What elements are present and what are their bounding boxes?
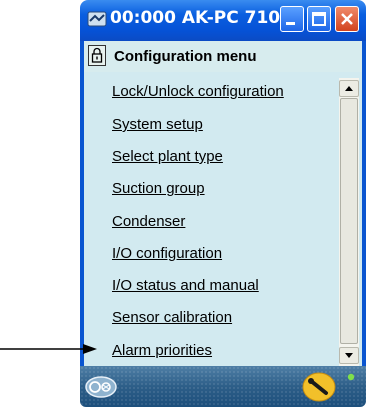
menu-item-alarm-priorities[interactable]: Alarm priorities xyxy=(112,342,212,359)
lock-button[interactable] xyxy=(88,45,106,66)
minimize-button[interactable] xyxy=(280,6,304,32)
window-title: 00:000 AK-PC 710 xyxy=(110,8,281,28)
menu-header-title: Configuration menu xyxy=(114,48,257,65)
maximize-icon xyxy=(312,12,326,26)
controller-icon[interactable] xyxy=(84,374,118,400)
scrollbar-thumb[interactable] xyxy=(340,98,358,344)
status-led-icon xyxy=(347,373,355,381)
footer-bar xyxy=(80,366,366,407)
menu-item-system-setup[interactable]: System setup xyxy=(112,116,203,133)
menu-content: Lock/Unlock configuration System setup S… xyxy=(80,72,366,366)
title-bar[interactable]: 00:000 AK-PC 710 xyxy=(80,0,366,41)
menu-item-sensor-calibration[interactable]: Sensor calibration xyxy=(112,309,232,326)
vertical-scrollbar[interactable] xyxy=(339,78,359,366)
menu-item-suction-group[interactable]: Suction group xyxy=(112,180,205,197)
app-icon xyxy=(87,11,107,27)
minimize-icon xyxy=(286,22,295,25)
padlock-icon xyxy=(91,47,103,63)
scroll-down-button[interactable] xyxy=(339,347,359,364)
close-button[interactable] xyxy=(335,6,359,32)
menu-item-lock-unlock-configuration[interactable]: Lock/Unlock configuration xyxy=(112,83,284,100)
menu-item-io-configuration[interactable]: I/O configuration xyxy=(112,245,222,262)
wrench-icon[interactable] xyxy=(302,371,336,403)
app-window: 00:000 AK-PC 710 Configuration menu Lock… xyxy=(80,0,366,407)
menu-header: Configuration menu xyxy=(80,41,366,72)
close-icon xyxy=(341,13,353,25)
arrow-right-icon xyxy=(0,344,97,354)
scroll-up-arrow-icon xyxy=(345,86,353,91)
maximize-button[interactable] xyxy=(307,6,331,32)
menu-item-io-status-and-manual[interactable]: I/O status and manual xyxy=(112,277,259,294)
scroll-down-arrow-icon xyxy=(345,353,353,358)
menu-item-condenser[interactable]: Condenser xyxy=(112,213,185,230)
scroll-up-button[interactable] xyxy=(339,80,359,97)
menu-item-select-plant-type[interactable]: Select plant type xyxy=(112,148,223,165)
